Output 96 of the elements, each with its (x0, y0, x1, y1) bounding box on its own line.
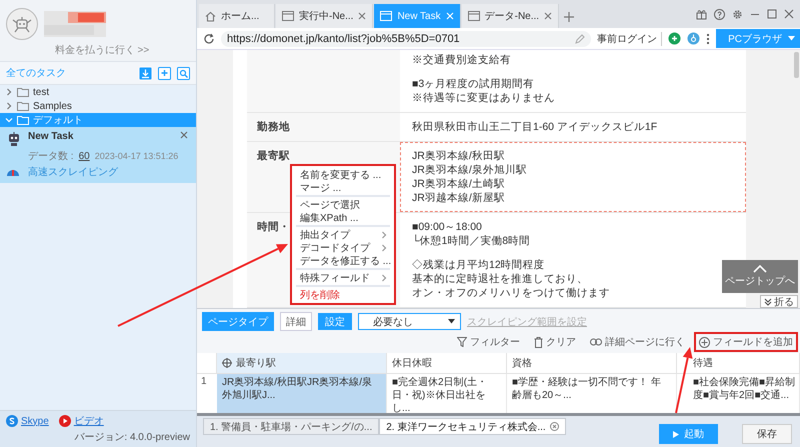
page-top-button[interactable]: ページトップへ (722, 260, 798, 293)
field-value: JR奥羽本線/泉外旭川駅 (412, 163, 527, 177)
skype-link[interactable]: Skype (6, 415, 49, 427)
folder-icon (17, 115, 29, 125)
page-type-tab[interactable]: 詳細 (280, 312, 312, 331)
field-label: 勤務地 (247, 113, 400, 141)
close-icon[interactable] (784, 9, 794, 19)
field-value: ■09:00～18:00 (412, 220, 482, 234)
menu-item[interactable]: 編集XPath ... (292, 211, 394, 224)
refresh-icon[interactable] (203, 32, 215, 44)
save-button[interactable]: 保存 (742, 424, 792, 444)
menu-item[interactable]: 列を削除 (292, 288, 394, 301)
field-value: ※待遇等に変更はありません (412, 91, 555, 105)
close-icon[interactable] (550, 422, 559, 431)
menu-item[interactable]: マージ ... (292, 181, 394, 194)
extension-icon[interactable] (687, 32, 700, 45)
menu-item[interactable]: 名前を変更する ... (292, 168, 394, 181)
play-icon (673, 430, 679, 438)
version-label: バージョン: 4.0.0-preview (73, 431, 190, 444)
trash-icon (534, 336, 543, 348)
home-icon (205, 10, 216, 22)
close-icon[interactable] (180, 131, 188, 139)
data-count-link[interactable]: 60 (78, 150, 90, 162)
plus-icon[interactable] (564, 12, 574, 22)
settings-icon[interactable] (732, 8, 743, 20)
robot-icon (6, 131, 22, 147)
link-icon (590, 338, 602, 346)
task-time: 2023-04-17 13:51:26 (94, 151, 178, 161)
field-value: 基本的に定時退社を推進しており、 (412, 272, 588, 286)
window-icon (282, 11, 294, 21)
task-name: New Task (28, 131, 74, 144)
kebab-menu-icon[interactable] (706, 32, 710, 44)
menu-item[interactable]: デコードタイプ (292, 241, 394, 254)
window-icon (380, 11, 392, 21)
menu-item[interactable]: ページで選択 (292, 198, 394, 211)
blurred-name (44, 11, 106, 37)
folder-icon (17, 87, 29, 97)
chevron-icon (380, 274, 388, 282)
maximize-icon[interactable] (767, 9, 777, 19)
menu-item[interactable]: 特殊フィールド (292, 271, 394, 284)
browser-tab[interactable]: 実行中-Ne... (276, 4, 374, 28)
scrollbar-thumb[interactable] (794, 52, 799, 78)
gift-icon[interactable] (696, 8, 707, 20)
column-header[interactable]: 最寄り駅 (217, 353, 387, 374)
field-value: JR奥羽本線/土崎駅 (412, 177, 505, 191)
browser-tab[interactable]: ホーム... (199, 4, 275, 28)
url-field[interactable]: https://domonet.jp/kanto/list?job%5B%5D=0701 (221, 30, 592, 46)
field-value: JR奥羽本線/秋田駅 (412, 149, 505, 163)
caret-icon (788, 36, 795, 41)
folder-item[interactable]: test (0, 85, 196, 99)
dropdown-field[interactable]: 必要なし (358, 313, 461, 330)
chevron-up-icon (753, 265, 767, 273)
window-icon (468, 11, 480, 21)
help-icon[interactable] (714, 8, 725, 20)
annotation-arrow (675, 347, 693, 414)
add-field-button[interactable]: フィールドを追加 (696, 334, 796, 350)
field-value: ■3ヶ月程度の試用期間有 (412, 77, 534, 91)
menu-item[interactable]: データを修正する ... (292, 254, 394, 267)
data-count-label: データ数 : (28, 150, 74, 163)
folder-item[interactable]: Samples (0, 99, 196, 113)
fold-button[interactable]: 折る (760, 295, 798, 308)
robot-icon (12, 15, 32, 33)
browser-tab[interactable]: データ-Ne... (462, 4, 560, 28)
field-value: └休憩1時間／実働8時間 (412, 234, 530, 248)
double-chevron-icon (764, 298, 772, 306)
task-tab[interactable]: 1. 警備員・駐車場・パーキング/の... (203, 418, 380, 435)
video-icon (58, 415, 71, 427)
column-header[interactable]: 休日休暇 (387, 353, 507, 374)
video-link[interactable]: ビデオ (58, 414, 104, 428)
pre-login-button[interactable]: 事前ログイン (597, 32, 662, 46)
pencil-icon[interactable] (575, 34, 586, 44)
field-value: 秋田県秋田市山王二丁目1-60 アイデックスビル1F (412, 120, 658, 134)
task-card[interactable]: New Task データ数 : 60 2023-04-17 13:51:26 高速スクレイピング (0, 127, 196, 183)
field-value: ※交通費別途支給有 (412, 53, 511, 67)
caret-icon (448, 319, 455, 324)
row-number: 1 (200, 375, 208, 389)
detail-page-button[interactable]: 詳細ページに行く (587, 334, 688, 350)
download-icon[interactable] (139, 66, 152, 80)
close-icon[interactable] (544, 12, 552, 20)
clear-button[interactable]: クリア (531, 334, 579, 350)
task-tab[interactable]: 2. 東洋ワークセキュリティ株式会... (379, 418, 566, 435)
field-value: オン・オフのメリハリをつけて働けます (412, 286, 610, 300)
skype-icon (6, 415, 18, 427)
filter-button[interactable]: フィルター (454, 334, 523, 350)
extension-icon[interactable] (668, 32, 682, 45)
search-icon[interactable] (177, 66, 190, 80)
filter-icon (457, 337, 467, 347)
crosshair-icon (222, 358, 232, 368)
menu-item[interactable]: 抽出タイプ (292, 228, 394, 241)
add-task-icon[interactable] (158, 66, 171, 80)
column-header[interactable]: 資格 (507, 353, 677, 374)
add-icon (699, 336, 710, 348)
folder-icon (17, 101, 29, 111)
field-value: ◇残業は月平均12時間程度 (412, 258, 545, 272)
close-icon[interactable] (358, 12, 366, 20)
field-value: JR羽越本線/新屋駅 (412, 191, 505, 205)
